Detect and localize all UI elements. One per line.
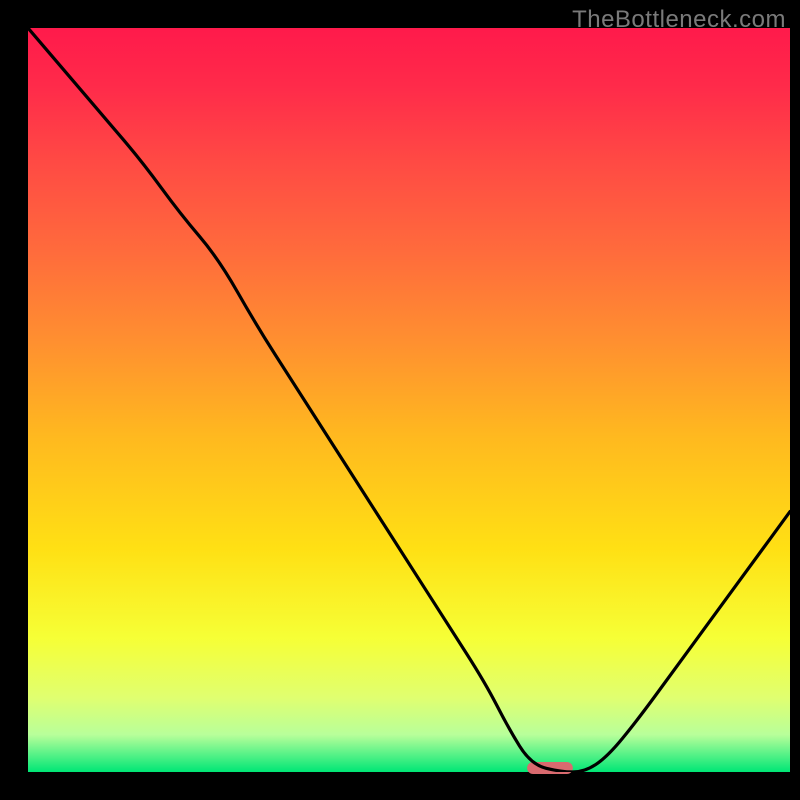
chart-container: TheBottleneck.com	[0, 0, 800, 800]
chart-gradient-bg	[28, 28, 790, 772]
bottleneck-chart	[0, 0, 800, 800]
watermark-text: TheBottleneck.com	[572, 6, 786, 34]
